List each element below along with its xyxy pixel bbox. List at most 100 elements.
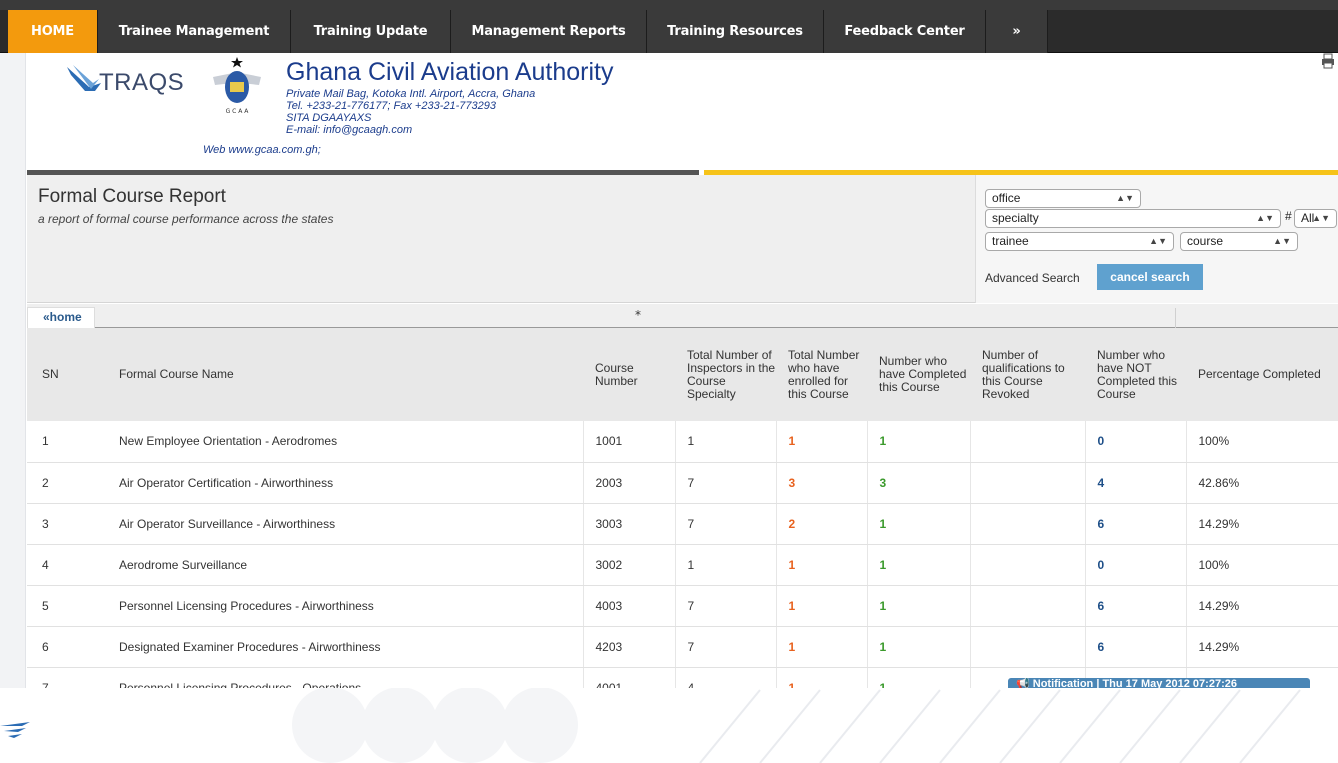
course-select-value: course [1187, 234, 1224, 248]
count-select[interactable]: All ▲▼ [1294, 209, 1337, 228]
print-icon[interactable] [1321, 53, 1335, 69]
cell-completed-value: 1 [879, 598, 887, 613]
cell-course-number-value: 4203 [595, 639, 623, 654]
cell-course-number: 3002 [583, 544, 676, 586]
cell-completed-value: 1 [879, 680, 887, 689]
cell-enrolled: 2 [776, 503, 868, 545]
trainee-select[interactable]: trainee ▲▼ [985, 232, 1174, 251]
col-header-total-inspectors[interactable]: Total Number of Inspectors in the Course… [675, 328, 776, 421]
office-select[interactable]: office ▲▼ [985, 189, 1141, 208]
nav-training-update[interactable]: Training Update [291, 10, 451, 53]
cell-course-name: Aerodrome Surveillance [106, 544, 584, 586]
table-body: 1 New Employee Orientation - Aerodromes 10… [27, 421, 1338, 688]
top-navigation: HOME Trainee Management Training Update … [0, 0, 1338, 53]
nav-management-reports-label: Management Reports [471, 24, 626, 39]
cell-total-inspectors-value: 7 [687, 475, 695, 490]
cell-revoked [970, 462, 1086, 504]
nav-management-reports[interactable]: Management Reports [451, 10, 647, 53]
course-select[interactable]: course ▲▼ [1180, 232, 1298, 251]
cell-completed: 1 [867, 503, 971, 545]
col-header-completed[interactable]: Number who have Completed this Course [867, 328, 970, 421]
notification-bar[interactable]: 📢 Notification | Thu 17 May 2012 07:27:2… [1008, 678, 1310, 688]
cell-course-number: 1001 [583, 421, 676, 463]
col-header-course-name[interactable]: Formal Course Name [106, 328, 583, 421]
cell-not-completed-value: 4 [1097, 475, 1105, 490]
cell-course-number: 4203 [583, 626, 676, 668]
cell-revoked [970, 585, 1086, 627]
chevron-updown-icon: ▲▼ [1273, 236, 1291, 246]
nav-home[interactable]: HOME [8, 10, 98, 53]
cell-sn: 7 [27, 667, 106, 688]
nav-training-resources-label: Training Resources [667, 24, 803, 39]
report-table: SN Formal Course Name Course Number Tota… [27, 328, 1338, 688]
table-row[interactable]: 5 Personnel Licensing Procedures - Airwor… [27, 585, 1338, 627]
cell-enrolled: 1 [776, 626, 868, 668]
specialty-select[interactable]: specialty ▲▼ [985, 209, 1281, 228]
advanced-search-link[interactable]: Advanced Search [985, 271, 1080, 285]
cell-revoked [970, 503, 1086, 545]
table-row[interactable]: 2 Air Operator Certification - Airworthin… [27, 462, 1338, 504]
col-header-percentage[interactable]: Percentage Completed [1186, 328, 1338, 421]
cell-completed: 1 [867, 585, 971, 627]
table-row[interactable]: 1 New Employee Orientation - Aerodromes 10… [27, 421, 1338, 463]
cell-course-name-value: New Employee Orientation - Aerodromes [119, 434, 338, 449]
cell-course-number: 4001 [583, 667, 676, 689]
nav-trainee-management[interactable]: Trainee Management [98, 10, 291, 53]
cell-revoked [970, 626, 1086, 668]
cell-sn: 1 [27, 421, 106, 463]
cell-not-completed: 6 [1085, 626, 1187, 668]
home-link[interactable]: «home [27, 307, 95, 328]
cell-completed-value: 1 [879, 557, 887, 572]
col-header-course-number[interactable]: Course Number [583, 328, 675, 421]
col-header-revoked[interactable]: Number of qualifications to this Course … [970, 328, 1085, 421]
cell-percentage-value: 14.29% [1198, 598, 1240, 613]
table-row[interactable]: 4 Aerodrome Surveillance 3002 1 1 1 0 100% [27, 544, 1338, 586]
cell-percentage: 100% [1186, 421, 1338, 463]
cell-course-name-value: Designated Examiner Procedures - Airwort… [119, 639, 381, 654]
col-header-sn[interactable]: SN [27, 328, 106, 421]
traqs-plane-icon [67, 65, 101, 91]
cell-completed: 1 [867, 421, 971, 463]
traqs-logo-text: TRAQS [99, 69, 185, 96]
filter-panel: office ▲▼ specialty ▲▼ # All ▲▼ trainee ▲▼ c… [975, 175, 1338, 303]
table-row[interactable]: 3 Air Operator Surveillance - Airworthine… [27, 503, 1338, 545]
cell-course-number: 4003 [583, 585, 676, 627]
cell-total-inspectors-value: 1 [687, 434, 695, 449]
cell-sn: 2 [27, 462, 106, 504]
cell-course-number: 3003 [583, 503, 676, 545]
nav-training-resources[interactable]: Training Resources [647, 10, 824, 53]
cell-course-number-value: 2003 [595, 475, 623, 490]
cell-total-inspectors-value: 7 [687, 598, 695, 613]
cell-enrolled-value: 3 [788, 475, 796, 490]
col-header-not-completed[interactable]: Number who have NOT Completed this Cours… [1085, 328, 1186, 421]
cell-percentage: 100% [1186, 544, 1338, 586]
page-header: TRAQS G C A A Ghana Civil Aviation Autho… [27, 53, 1338, 175]
cell-course-number-value: 4001 [595, 680, 623, 689]
cell-course-name-value: Air Operator Certification - Airworthine… [119, 475, 334, 490]
cancel-search-button[interactable]: cancel search [1097, 264, 1203, 290]
cell-sn-value: 3 [42, 516, 49, 531]
cell-course-name: Designated Examiner Procedures - Airwort… [106, 626, 584, 668]
nav-more-label: » [1012, 24, 1021, 39]
report-header-panel: Formal Course Report a report of formal … [27, 175, 1338, 303]
chevron-updown-icon: ▲▼ [1256, 213, 1274, 223]
cell-total-inspectors: 4 [675, 667, 777, 688]
cell-course-name-value: Aerodrome Surveillance [119, 557, 248, 572]
cell-enrolled: 1 [776, 544, 868, 586]
report-table-wrapper: SN Formal Course Name Course Number Tota… [27, 328, 1338, 688]
cell-total-inspectors: 7 [675, 626, 777, 668]
col-header-enrolled[interactable]: Total Number who have enrolled for this … [776, 328, 867, 421]
org-name: Ghana Civil Aviation Authority [286, 58, 614, 86]
office-select-value: office [992, 191, 1021, 205]
svg-text:G C A A: G C A A [226, 108, 250, 115]
cell-enrolled: 3 [776, 462, 868, 504]
table-row[interactable]: 6 Designated Examiner Procedures - Airwor… [27, 626, 1338, 668]
cell-enrolled: 1 [776, 421, 868, 463]
count-label: # [1285, 209, 1292, 223]
cell-enrolled-value: 1 [788, 680, 796, 689]
notification-text: Notification | Thu 17 May 2012 07:27:26 [1032, 678, 1237, 688]
cell-percentage-value: 100% [1198, 557, 1230, 572]
nav-more[interactable]: » [986, 10, 1048, 53]
cell-enrolled-value: 2 [788, 516, 796, 531]
nav-feedback-center[interactable]: Feedback Center [824, 10, 986, 53]
